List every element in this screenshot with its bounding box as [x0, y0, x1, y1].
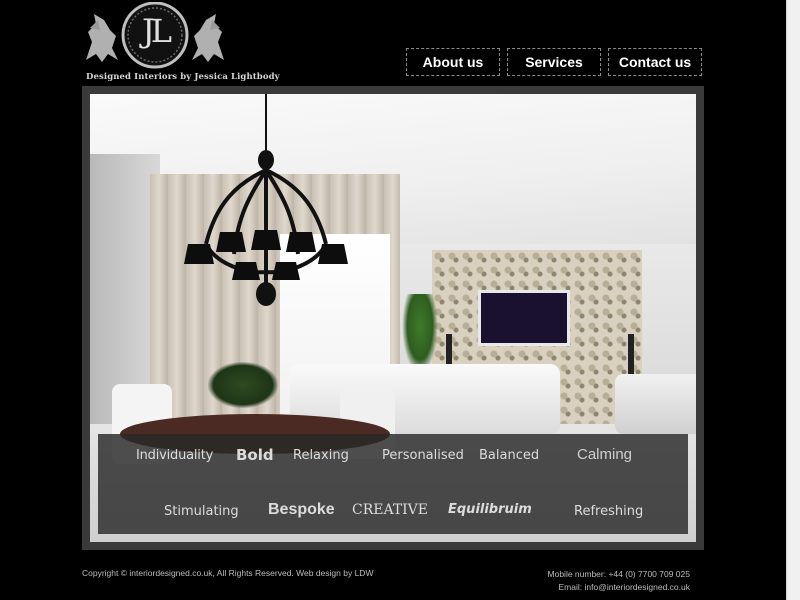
room-flowers	[208, 362, 278, 408]
hero-image: Individuality Bold Relaxing Personalised…	[90, 94, 696, 542]
logo-monogram: JL	[141, 12, 172, 50]
logo-tagline: Designed Interiors by Jessica Lightbody	[86, 72, 280, 82]
footer-contact: Mobile number: +44 (0) 7700 709 025 Emai…	[548, 568, 690, 594]
nav-contact-us[interactable]: Contact us	[608, 48, 702, 76]
word-balanced: Balanced	[479, 448, 540, 463]
hero-frame: Individuality Bold Relaxing Personalised…	[82, 86, 704, 550]
room-plant	[402, 294, 438, 374]
page: JL Designed Interiors by Jessica Lightbo…	[0, 0, 786, 600]
footer-mobile: Mobile number: +44 (0) 7700 709 025	[547, 569, 690, 579]
word-refreshing: Refreshing	[574, 504, 644, 519]
nav-about-us[interactable]: About us	[406, 48, 500, 76]
word-creative: CREATIVE	[352, 502, 429, 518]
main-nav: About us Services Contact us	[406, 48, 702, 76]
room-tv	[478, 290, 570, 346]
chandelier-icon	[184, 94, 348, 306]
word-bold: Bold	[236, 446, 274, 464]
word-calming: Calming	[577, 446, 633, 463]
site-logo[interactable]: JL Designed Interiors by Jessica Lightbo…	[82, 2, 280, 84]
vertical-scrollbar[interactable]	[786, 0, 800, 600]
word-stimulating: Stimulating	[164, 504, 239, 519]
design-words-overlay: Individuality Bold Relaxing Personalised…	[98, 434, 688, 534]
nav-services[interactable]: Services	[507, 48, 601, 76]
footer-email[interactable]: Email: info@interiordesigned.co.uk	[548, 581, 690, 594]
word-personalised: Personalised	[382, 448, 464, 463]
word-equilibrium: Equilibruim	[448, 502, 532, 517]
footer-copyright: Copyright © interiordesigned.co.uk, All …	[82, 568, 374, 578]
word-bespoke: Bespoke	[268, 501, 335, 518]
word-relaxing: Relaxing	[293, 448, 349, 463]
room-armchair	[615, 374, 696, 434]
word-individuality: Individuality	[136, 448, 214, 463]
